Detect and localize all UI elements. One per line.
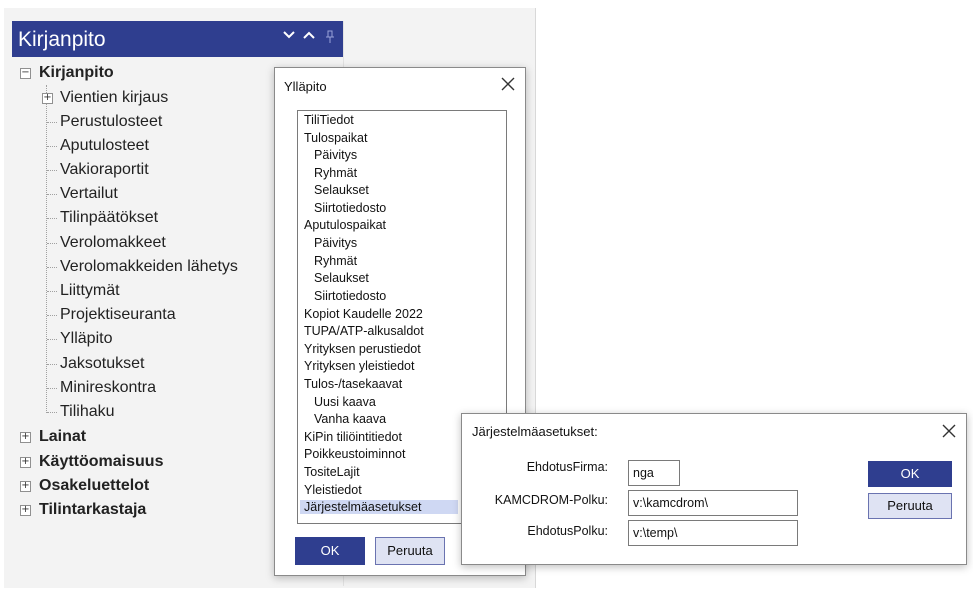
tree-connector (47, 122, 57, 123)
list-item[interactable]: Yrityksen yleistiedot (304, 359, 414, 373)
tree-item-vakioraportit[interactable]: Vakioraportit (60, 161, 149, 179)
tree-item-kayttoomaisuus[interactable]: Käyttöomaisuus (39, 453, 163, 471)
tree-item-lainat[interactable]: Lainat (39, 428, 86, 446)
tree-connector (47, 146, 57, 147)
list-item[interactable]: Siirtotiedosto (314, 289, 386, 303)
tree-item-perustulosteet[interactable]: Perustulosteet (60, 113, 162, 131)
list-item[interactable]: Tulospaikat (304, 131, 367, 145)
list-item[interactable]: Selaukset (314, 183, 369, 197)
tree-item-minireskontra[interactable]: Minireskontra (60, 379, 156, 397)
list-item[interactable]: Ryhmät (314, 254, 357, 268)
ok-button[interactable]: OK (868, 461, 952, 487)
field-label-ehdotuspolku: EhdotusPolku: (527, 524, 608, 538)
tree-connector (47, 267, 57, 268)
list-item[interactable]: Selaukset (314, 271, 369, 285)
tree-connector (47, 339, 57, 340)
tree-item-yllapito[interactable]: Ylläpito (60, 330, 112, 348)
cancel-button[interactable]: Peruuta (375, 537, 445, 565)
list-item[interactable]: TiliTiedot (304, 113, 354, 127)
list-item[interactable]: Siirtotiedosto (314, 201, 386, 215)
chevron-down-icon[interactable] (282, 27, 296, 47)
collapse-icon[interactable]: − (20, 68, 31, 79)
expand-icon[interactable]: + (20, 432, 31, 443)
tree-connector (47, 291, 57, 292)
tree-item-projektiseuranta[interactable]: Projektiseuranta (60, 306, 176, 324)
list-item[interactable]: Päivitys (314, 236, 357, 250)
tree-item-jaksotukset[interactable]: Jaksotukset (60, 355, 144, 373)
close-icon[interactable] (501, 76, 515, 94)
list-item[interactable]: Kopiot Kaudelle 2022 (304, 307, 423, 321)
dialog-title: Järjestelmäasetukset: (472, 424, 598, 439)
tree-connector (47, 170, 57, 171)
expand-icon[interactable]: + (42, 93, 53, 104)
tree-connector (47, 194, 57, 195)
tree-item-aputulosteet[interactable]: Aputulosteet (60, 137, 149, 155)
tree-item-verolomakkeet[interactable]: Verolomakkeet (60, 234, 166, 252)
tree-item-tilihaku[interactable]: Tilihaku (60, 403, 115, 421)
chevron-up-icon[interactable] (302, 27, 316, 47)
tree-connector (47, 315, 57, 316)
pin-icon[interactable] (325, 29, 335, 49)
tree-item-vertailut[interactable]: Vertailut (60, 185, 118, 203)
app-window: Kirjanpito − Kirjanpito + Vientien kirja… (0, 0, 973, 596)
tree-item-verolomakkeiden-lahetys[interactable]: Verolomakkeiden lähetys (60, 258, 238, 276)
list-item[interactable]: KiPin tiliöintitiedot (304, 430, 402, 444)
list-item[interactable]: Yleistiedot (304, 483, 362, 497)
tree-item-tilinpaatokset[interactable]: Tilinpäätökset (60, 209, 158, 227)
dialog-title: Ylläpito (284, 79, 327, 94)
cancel-button[interactable]: Peruuta (868, 493, 952, 519)
expand-icon[interactable]: + (20, 457, 31, 468)
ok-button[interactable]: OK (295, 537, 365, 565)
tree-item-liittymat[interactable]: Liittymät (60, 282, 120, 300)
close-icon[interactable] (942, 423, 956, 441)
list-item[interactable]: Aputulospaikat (304, 218, 386, 232)
field-label-ehdotusfirma: EhdotusFirma: (526, 460, 608, 474)
tree-root-kirjanpito[interactable]: Kirjanpito (39, 64, 114, 82)
tree-item-vientien-kirjaus[interactable]: Vientien kirjaus (60, 89, 168, 107)
field-label-kamcdrom-polku: KAMCDROM-Polku: (494, 493, 608, 507)
panel-title: Kirjanpito (18, 28, 106, 51)
list-item[interactable]: Uusi kaava (314, 395, 376, 409)
tree-connector (47, 388, 57, 389)
tree-connector (47, 243, 57, 244)
expand-icon[interactable]: + (20, 481, 31, 492)
ehdotusfirma-input[interactable]: nga (628, 460, 680, 486)
kamcdrom-polku-input[interactable]: v:\kamcdrom\ (628, 490, 798, 516)
settings-dialog: Järjestelmäasetukset: EhdotusFirma: nga … (461, 413, 967, 565)
tree-item-osakeluettelot[interactable]: Osakeluettelot (39, 477, 149, 495)
list-item[interactable]: Päivitys (314, 148, 357, 162)
tree-connector (47, 364, 57, 365)
panel-header: Kirjanpito (12, 21, 343, 57)
tree-connector (47, 412, 57, 413)
list-item[interactable]: Ryhmät (314, 166, 357, 180)
tree-item-tilintarkastaja[interactable]: Tilintarkastaja (39, 501, 146, 519)
list-item[interactable]: TositeLajit (304, 465, 360, 479)
expand-icon[interactable]: + (20, 505, 31, 516)
tree-connector (47, 218, 57, 219)
list-item[interactable]: Tulos-/tasekaavat (304, 377, 402, 391)
list-item[interactable]: TUPA/ATP-alkusaldot (304, 324, 424, 338)
ehdotuspolku-input[interactable]: v:\temp\ (628, 520, 798, 546)
list-item[interactable]: Yrityksen perustiedot (304, 342, 421, 356)
list-item[interactable]: Poikkeustoiminnot (304, 447, 405, 461)
list-item-selected[interactable]: Järjestelmäasetukset (300, 500, 458, 514)
list-item[interactable]: Vanha kaava (314, 412, 386, 426)
